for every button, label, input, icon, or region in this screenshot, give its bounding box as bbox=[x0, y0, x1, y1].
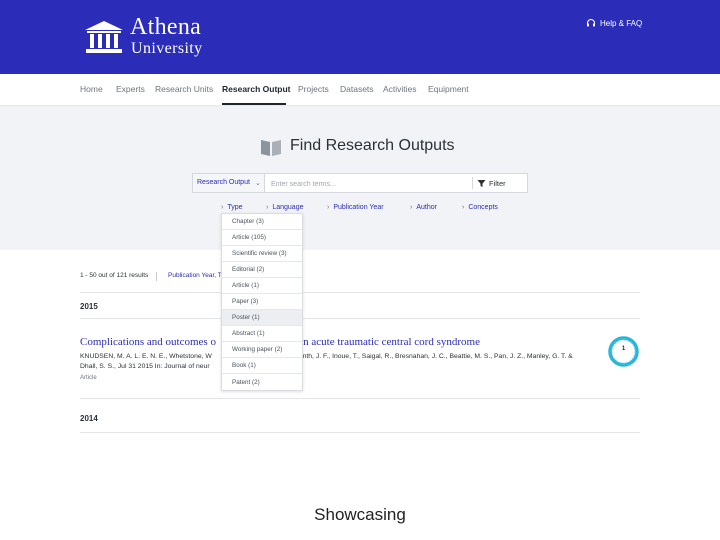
open-book-icon bbox=[261, 140, 281, 156]
search-scope-value: Research Output bbox=[197, 179, 250, 186]
year-heading: 2015 bbox=[80, 302, 98, 311]
chevron-right-icon: › bbox=[462, 204, 465, 211]
search-bar: Research Output ⌄ Filter bbox=[192, 173, 528, 193]
nav-experts[interactable]: Experts bbox=[116, 84, 145, 94]
facet-concepts[interactable]: › Concepts bbox=[462, 204, 498, 211]
brand-subtitle[interactable]: University bbox=[131, 40, 203, 58]
type-option[interactable]: Poster (1) bbox=[222, 310, 302, 326]
type-option[interactable]: Chapter (3) bbox=[222, 214, 302, 230]
search-scope-select[interactable]: Research Output ⌄ bbox=[193, 174, 265, 192]
nav-datasets[interactable]: Datasets bbox=[340, 84, 374, 94]
chevron-right-icon: › bbox=[410, 204, 413, 211]
divider bbox=[80, 318, 640, 319]
meta-divider bbox=[156, 272, 157, 281]
nav-research-output[interactable]: Research Output bbox=[222, 84, 291, 94]
type-option[interactable]: Article (1) bbox=[222, 278, 302, 294]
help-faq-label: Help & FAQ bbox=[600, 18, 643, 28]
type-option[interactable]: Paper (3) bbox=[222, 294, 302, 310]
results-count: 1 - 50 out of 121 results bbox=[80, 272, 149, 279]
page-title: Find Research Outputs bbox=[290, 137, 455, 154]
divider bbox=[80, 398, 640, 399]
type-option[interactable]: Editorial (2) bbox=[222, 262, 302, 278]
headset-icon bbox=[586, 18, 596, 27]
type-option[interactable]: Book (1) bbox=[222, 358, 302, 374]
chevron-right-icon: › bbox=[221, 204, 224, 211]
nav-activities[interactable]: Activities bbox=[383, 84, 417, 94]
brand-name[interactable]: Athena bbox=[130, 14, 201, 41]
type-option[interactable]: Scientific review (3) bbox=[222, 246, 302, 262]
help-faq-link[interactable]: Help & FAQ bbox=[586, 18, 642, 28]
chevron-right-icon: › bbox=[266, 204, 269, 211]
slide-caption: Showcasing bbox=[314, 505, 406, 524]
search-input[interactable] bbox=[269, 176, 463, 192]
filter-label: Filter bbox=[489, 178, 506, 188]
nav-research-units[interactable]: Research Units bbox=[155, 84, 213, 94]
chevron-down-icon: ⌄ bbox=[255, 180, 261, 187]
nav-projects[interactable]: Projects bbox=[298, 84, 329, 94]
nav-home[interactable]: Home bbox=[80, 84, 103, 94]
facet-author[interactable]: › Author bbox=[410, 204, 437, 211]
type-option[interactable]: Abstract (1) bbox=[222, 326, 302, 342]
citation-count: 1 bbox=[621, 346, 626, 352]
university-columns-icon[interactable] bbox=[84, 20, 124, 54]
active-tab-indicator bbox=[222, 103, 286, 105]
facet-publication-year[interactable]: › Publication Year bbox=[327, 204, 384, 211]
facet-language[interactable]: › Language bbox=[266, 204, 304, 211]
year-heading: 2014 bbox=[80, 414, 98, 423]
divider bbox=[80, 292, 640, 293]
funnel-icon bbox=[477, 179, 486, 187]
facet-type[interactable]: › Type bbox=[221, 204, 243, 211]
divider bbox=[80, 432, 640, 433]
filter-button[interactable]: Filter bbox=[477, 174, 527, 192]
type-option[interactable]: Article (105) bbox=[222, 230, 302, 246]
sort-selector[interactable]: Publication Year, T bbox=[168, 272, 222, 279]
filter-divider bbox=[472, 177, 473, 189]
type-filter-dropdown: Chapter (3) Article (105) Scientific rev… bbox=[221, 213, 303, 391]
publication-type: Article bbox=[80, 375, 97, 381]
type-option[interactable]: Working paper (2) bbox=[222, 342, 302, 358]
chevron-right-icon: › bbox=[327, 204, 330, 211]
site-header: Athena University Help & FAQ bbox=[0, 0, 720, 74]
nav-equipment[interactable]: Equipment bbox=[428, 84, 469, 94]
publication-authors: KNUDSEN, M. A. L. E. N. E., Whetstone, W… bbox=[80, 353, 573, 370]
type-option[interactable]: Patent (2) bbox=[222, 374, 302, 390]
main-nav: Home Experts Research Units Research Out… bbox=[0, 74, 720, 106]
